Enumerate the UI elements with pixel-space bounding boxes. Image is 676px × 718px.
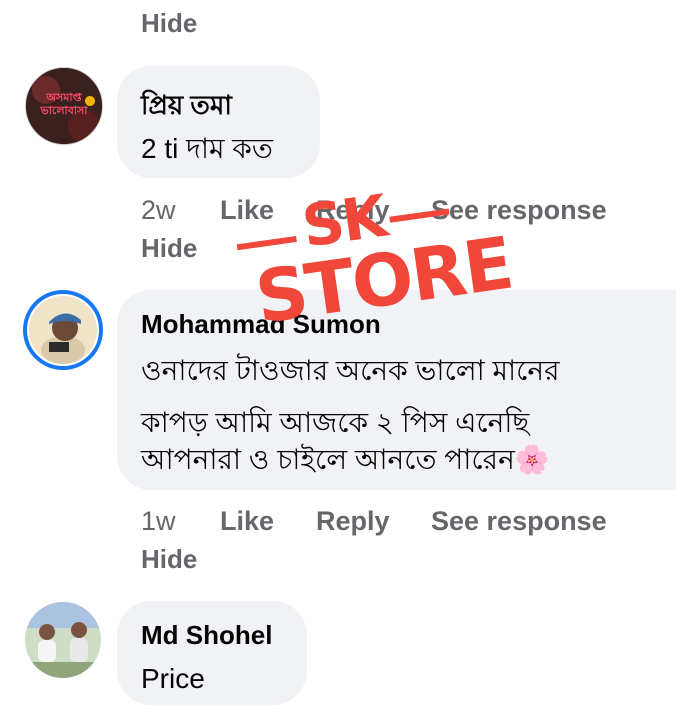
comment-text-line: আপনারা ও চাইলে আনতে পারেন	[141, 444, 515, 475]
reply-button[interactable]: Reply	[316, 506, 390, 537]
comment-text: ওনাদের টাওজার অনেক ভালো মানের	[141, 355, 560, 386]
hide-link[interactable]: Hide	[141, 233, 197, 264]
comment-bubble: প্রিয় তমা 2 ti দাম কত	[117, 66, 320, 178]
comment-bubble: Md Shohel Price	[117, 601, 307, 705]
avatar[interactable]	[23, 290, 103, 370]
avatar-image	[29, 296, 97, 364]
avatar-text: অসমাপ্ত	[46, 92, 82, 104]
hide-link[interactable]: Hide	[141, 8, 197, 39]
cherry-blossom-emoji: 🌸	[514, 444, 550, 475]
comment-text: Price	[141, 663, 205, 694]
watermark-stroke	[236, 235, 297, 251]
avatar-text: ভালোবাসা	[40, 105, 88, 117]
watermark-stroke	[389, 208, 450, 223]
avatar[interactable]	[25, 602, 101, 678]
like-button[interactable]: Like	[220, 506, 274, 537]
comment-time[interactable]: 2w	[141, 195, 176, 226]
comment-text: 2 ti দাম কত	[141, 133, 273, 164]
comment-time[interactable]: 1w	[141, 506, 176, 537]
see-response-button[interactable]: See response	[431, 506, 607, 537]
comment-text: আপনারা ও চাইলে আনতে পারেন🌸	[141, 434, 550, 486]
avatar-image	[25, 602, 101, 678]
avatar[interactable]: অসমাপ্ত ভালোবাসা	[25, 67, 103, 145]
comment-author[interactable]: Md Shohel	[141, 620, 272, 651]
hide-link[interactable]: Hide	[141, 544, 197, 575]
